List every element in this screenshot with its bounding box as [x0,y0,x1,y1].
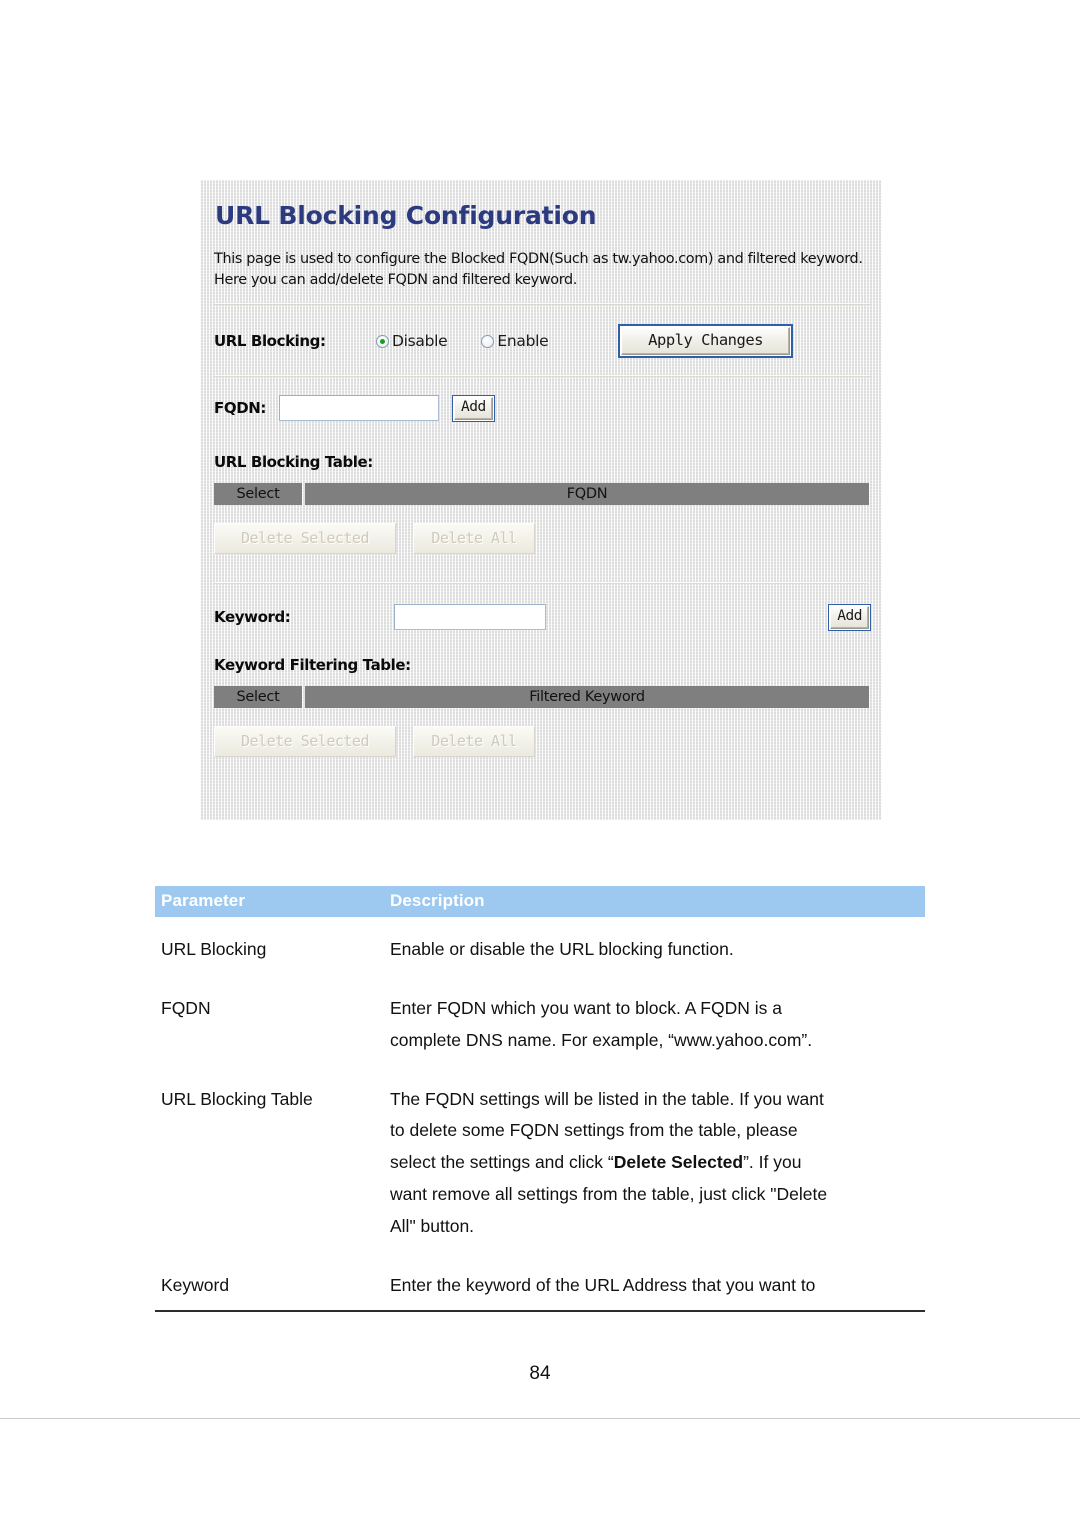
url-delete-all-button[interactable]: Delete All [413,523,535,555]
row-parameter-keyword: Keyword [155,1252,384,1312]
fqdn-desc-line-2: complete DNS name. For example, “www.yah… [390,1029,813,1050]
row-description-fqdn: Enter FQDN which you want to block. A FQ… [384,976,925,1067]
url-blocking-label: URL Blocking: [214,332,326,351]
url-delete-selected-button[interactable]: Delete Selected [214,523,396,555]
keyword-row: Keyword: Add [214,603,871,631]
divider-before-keyword [214,582,869,585]
url-table-col-fqdn: FQDN [305,483,869,506]
url-blocking-table-header: Select FQDN [214,483,869,506]
ubt-desc-line-4: want remove all settings from the table,… [390,1184,828,1205]
radio-disable-icon[interactable] [376,334,389,348]
keyword-table-col-filtered-keyword: Filtered Keyword [305,686,869,709]
keyword-delete-all-button[interactable]: Delete All [413,726,535,758]
footer-divider [0,1418,1080,1419]
ubt-desc-bold-delete-selected: Delete Selected [613,1152,744,1173]
row-parameter-url-blocking: URL Blocking [161,939,267,959]
page-title: URL Blocking Configuration [215,201,597,230]
keyword-delete-selected-button[interactable]: Delete Selected [214,726,396,758]
table-row: Keyword Enter the keyword of the URL Add… [155,1252,925,1312]
table-row: URL Blocking Table The FQDN settings wil… [155,1067,925,1253]
divider-top [214,303,870,306]
divider-after-url-blocking [214,375,870,378]
ubt-desc-line-5: All" button. [390,1215,475,1236]
page-number: 84 [529,1363,551,1384]
url-blocking-table-label: URL Blocking Table: [214,453,373,472]
radio-disable-label: Disable [392,332,448,351]
row-parameter-url-blocking-table: URL Blocking Table [161,1088,313,1109]
ubt-desc-line-2: to delete some FQDN settings from the ta… [390,1120,798,1141]
radio-option-enable[interactable]: Enable [481,332,549,351]
table-header-row: Parameter Description [155,886,925,917]
keyword-add-button[interactable]: Add [828,603,871,631]
table-row: FQDN Enter FQDN which you want to block.… [155,976,925,1067]
ubt-desc-line-3b: ”. If you [743,1152,802,1173]
row-parameter-fqdn: FQDN [161,997,211,1018]
fqdn-desc-line-1: Enter FQDN which you want to block. A FQ… [390,997,782,1018]
keyword-filtering-table-header: Select Filtered Keyword [214,686,869,709]
keyword-filtering-table-actions: Delete Selected Delete All [214,726,870,758]
header-description: Description [384,886,925,917]
ubt-desc-line-1: The FQDN settings will be listed in the … [390,1088,824,1109]
row-description-keyword: Enter the keyword of the URL Address tha… [384,1252,925,1312]
radio-enable-label: Enable [497,332,549,351]
url-blocking-table-actions: Delete Selected Delete All [214,523,870,555]
page-description: This page is used to configure the Block… [214,250,863,288]
apply-changes-button[interactable]: Apply Changes [618,324,793,359]
keyword-input[interactable] [394,604,546,631]
header-parameter: Parameter [155,886,384,917]
fqdn-label: FQDN: [214,399,267,418]
radio-enable-icon[interactable] [481,334,495,348]
row-description-url-blocking: Enable or disable the URL blocking funct… [390,939,734,959]
fqdn-add-button[interactable]: Add [452,394,495,422]
ubt-desc-line-3a: select the settings and click “ [390,1152,614,1173]
router-config-screenshot: URL Blocking Configuration This page is … [200,180,882,820]
row-description-url-blocking-table: The FQDN settings will be listed in the … [384,1067,925,1253]
radio-option-disable[interactable]: Disable [376,332,448,351]
fqdn-row: FQDN: Add [214,394,870,422]
keyword-table-col-select: Select [214,686,302,709]
keyword-filtering-table-label: Keyword Filtering Table: [214,656,411,675]
keyword-label: Keyword: [214,608,291,627]
parameter-description-table: Parameter Description URL Blocking Enabl… [155,886,925,1312]
url-table-col-select: Select [214,483,302,506]
table-row: URL Blocking Enable or disable the URL b… [155,917,925,976]
fqdn-input[interactable] [279,395,439,422]
url-blocking-row: URL Blocking: Disable Enable Apply Chang… [214,324,870,359]
